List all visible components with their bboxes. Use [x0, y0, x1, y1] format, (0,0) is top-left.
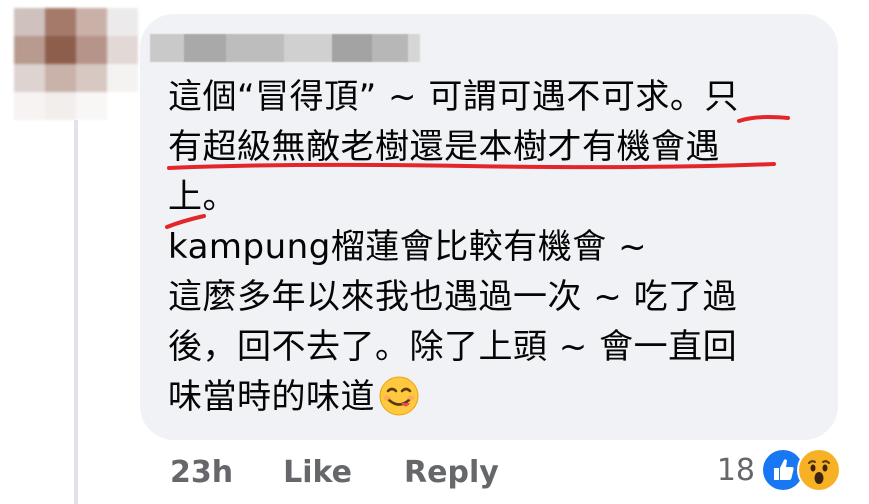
- avatar[interactable]: [14, 8, 138, 120]
- reaction-count: 18: [716, 452, 755, 488]
- comment-line: 有超級無敵老樹還是本樹才有機會遇: [168, 127, 720, 167]
- comment-screenshot: 這個“冒得頂” ~ 可謂可遇不可求。只 有超級無敵老樹還是本樹才有機會遇 上。 …: [0, 0, 869, 504]
- comment-line-text: 味當時的味道: [168, 377, 375, 417]
- smiling-face-savoring-food-icon: [379, 376, 419, 416]
- comment-body: 這個“冒得頂” ~ 可謂可遇不可求。只 有超級無敵老樹還是本樹才有機會遇 上。 …: [168, 72, 808, 422]
- reply-thread-line: [74, 120, 78, 504]
- comment-line: 上。: [168, 177, 237, 217]
- wow-reaction-icon: [797, 448, 841, 492]
- comment-line: 這麼多年以來我也遇過一次 ~ 吃了過: [168, 277, 738, 317]
- reply-button[interactable]: Reply: [404, 455, 499, 490]
- comment-line-last: 味當時的味道: [168, 372, 808, 422]
- comment-timestamp[interactable]: 23h: [170, 455, 233, 490]
- comment-actions: 23h Like Reply: [170, 450, 499, 494]
- reaction-summary[interactable]: 18: [717, 448, 841, 492]
- comment-line: 後，回不去了。除了上頭 ~ 會一直回: [168, 327, 738, 367]
- comment-line: kampung榴蓮會比較有機會 ~: [168, 227, 648, 267]
- like-button[interactable]: Like: [283, 455, 352, 490]
- comment-line: 這個“冒得頂” ~ 可謂可遇不可求。只: [168, 77, 739, 117]
- redacted-author-name: [150, 34, 420, 62]
